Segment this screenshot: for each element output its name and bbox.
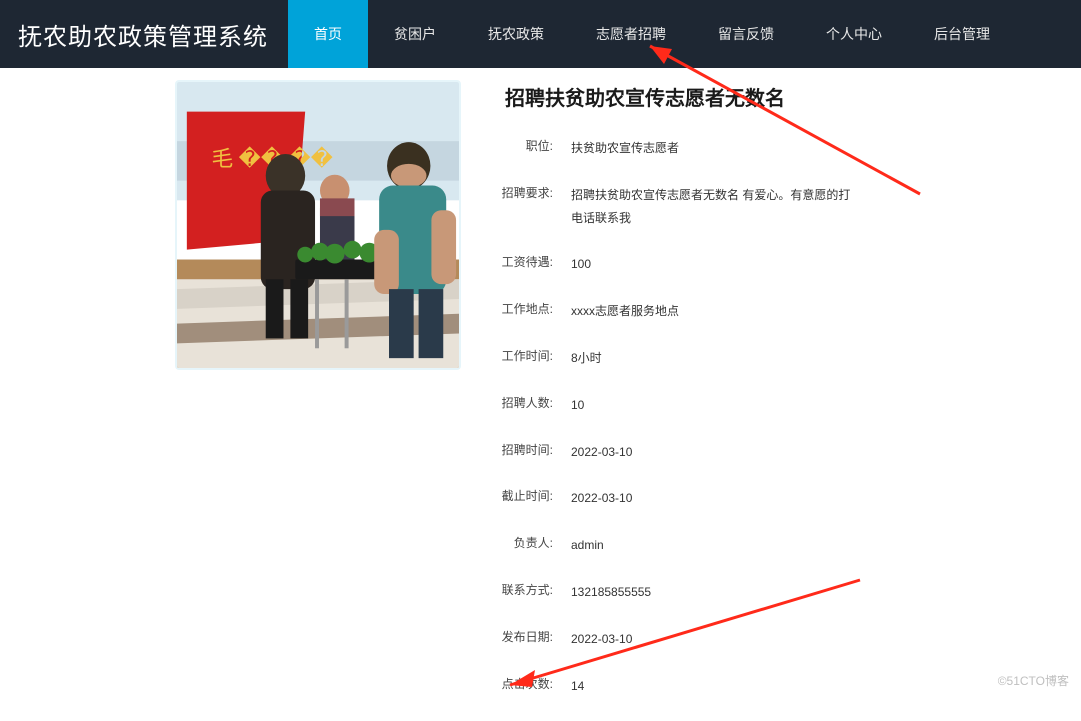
nav-admin[interactable]: 后台管理 [908,0,1016,68]
main-content: 毛 �� �� [0,68,1081,721]
detail-row: 工作地点: xxxx志愿者服务地点 [491,300,1041,323]
detail-value: 2022-03-10 [571,628,851,651]
detail-label: 工资待遇: [491,253,553,272]
nav-label: 首页 [314,24,342,44]
detail-label: 工作地点: [491,300,553,319]
detail-value: admin [571,534,851,557]
detail-value: 8小时 [571,347,851,370]
detail-row: 职位: 扶贫助农宣传志愿者 [491,137,1041,160]
header-bar: 抚农助农政策管理系统 首页 贫困户 抚农政策 志愿者招聘 留言反馈 个人中心 后… [0,0,1081,68]
detail-row: 负责人: admin [491,534,1041,557]
detail-row: 招聘时间: 2022-03-10 [491,441,1041,464]
nav-personal-center[interactable]: 个人中心 [800,0,908,68]
detail-row: 招聘人数: 10 [491,394,1041,417]
detail-value: 招聘扶贫助农宣传志愿者无数名 有爱心。有意愿的打电话联系我 [571,184,851,230]
nav-policy[interactable]: 抚农政策 [462,0,570,68]
detail-row: 联系方式: 132185855555 [491,581,1041,604]
nav-volunteer-recruit[interactable]: 志愿者招聘 [570,0,692,68]
nav-label: 留言反馈 [718,24,774,44]
detail-label: 点击次数: [491,675,553,694]
detail-value: 14 [571,675,851,698]
detail-row: 招聘要求: 招聘扶贫助农宣传志愿者无数名 有爱心。有意愿的打电话联系我 [491,184,1041,230]
detail-value: 132185855555 [571,581,851,604]
detail-value: 2022-03-10 [571,441,851,464]
detail-row: 工资待遇: 100 [491,253,1041,276]
detail-value: 10 [571,394,851,417]
detail-row: 发布日期: 2022-03-10 [491,628,1041,651]
detail-label: 截止时间: [491,487,553,506]
nav-label: 后台管理 [934,24,990,44]
detail-value: 扶贫助农宣传志愿者 [571,137,851,160]
image-column: 毛 �� �� [175,80,461,721]
detail-value: 2022-03-10 [571,487,851,510]
watermark-text: ©51CTO博客 [998,672,1069,689]
detail-title: 招聘扶贫助农宣传志愿者无数名 [491,82,1041,111]
detail-label: 联系方式: [491,581,553,600]
nav-label: 抚农政策 [488,24,544,44]
detail-label: 招聘时间: [491,441,553,460]
detail-label: 职位: [491,137,553,156]
detail-column: 招聘扶贫助农宣传志愿者无数名 职位: 扶贫助农宣传志愿者 招聘要求: 招聘扶贫助… [491,80,1041,721]
detail-image: 毛 �� �� [175,80,461,370]
detail-row: 点击次数: 14 [491,675,1041,698]
site-title: 抚农助农政策管理系统 [18,17,268,52]
detail-value: xxxx志愿者服务地点 [571,300,851,323]
nav-label: 志愿者招聘 [596,24,666,44]
main-nav: 首页 贫困户 抚农政策 志愿者招聘 留言反馈 个人中心 后台管理 [288,0,1016,68]
detail-row: 截止时间: 2022-03-10 [491,487,1041,510]
detail-label: 发布日期: [491,628,553,647]
detail-label: 招聘要求: [491,184,553,203]
detail-label: 负责人: [491,534,553,553]
nav-home[interactable]: 首页 [288,0,368,68]
nav-label: 贫困户 [394,24,436,44]
nav-poor-household[interactable]: 贫困户 [368,0,462,68]
detail-label: 工作时间: [491,347,553,366]
nav-label: 个人中心 [826,24,882,44]
detail-value: 100 [571,253,851,276]
nav-feedback[interactable]: 留言反馈 [692,0,800,68]
detail-row: 工作时间: 8小时 [491,347,1041,370]
detail-label: 招聘人数: [491,394,553,413]
